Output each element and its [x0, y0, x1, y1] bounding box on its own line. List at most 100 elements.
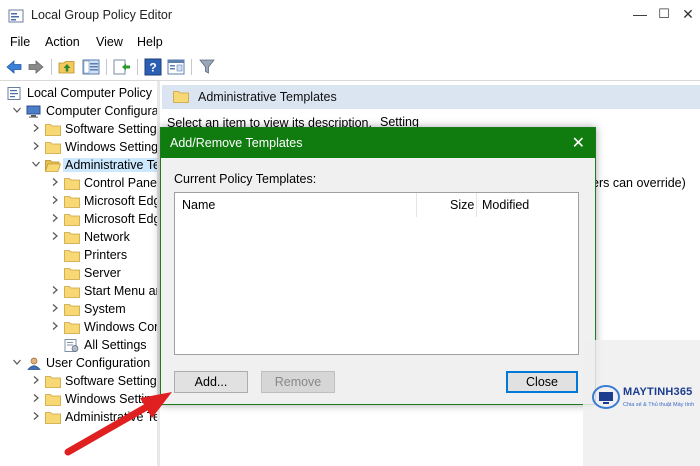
properties-icon[interactable]	[167, 58, 185, 76]
tree-item-label: Network	[84, 230, 130, 244]
export-list-icon[interactable]	[113, 58, 131, 76]
tree-item-label: Local Computer Policy	[27, 86, 153, 100]
folder-icon	[64, 196, 80, 208]
folder-icon	[64, 214, 80, 226]
policy-icon	[7, 87, 21, 100]
chevron-down-icon[interactable]	[12, 105, 22, 118]
chevron-right-icon[interactable]	[50, 213, 60, 226]
tree-item-label: Administrative Te	[63, 158, 157, 172]
tree-item-label: Control Panel	[84, 176, 158, 190]
tree-item-label: All Settings	[84, 338, 147, 352]
tree-item-label: Windows Setting	[65, 392, 158, 406]
folder-icon	[64, 322, 80, 334]
tree-item-label: Software Settings	[65, 374, 158, 388]
chevron-down-icon[interactable]	[31, 159, 41, 172]
tree-item-label: Server	[84, 266, 121, 280]
folder-icon	[64, 268, 80, 280]
chevron-right-icon[interactable]	[31, 393, 41, 406]
computer-icon	[26, 105, 41, 118]
chevron-down-icon[interactable]	[12, 357, 22, 370]
folder-icon	[173, 91, 189, 103]
toolbar-separator	[51, 59, 52, 75]
tree-item-label: System	[84, 302, 126, 316]
folder-icon	[45, 394, 61, 406]
column-modified[interactable]: Modified	[482, 193, 529, 217]
all-settings-icon	[64, 339, 79, 352]
chevron-right-icon[interactable]	[50, 231, 60, 244]
folder-icon	[64, 232, 80, 244]
folder-icon	[64, 250, 80, 262]
folder-icon	[64, 178, 80, 190]
folder-icon	[45, 412, 61, 424]
dialog-titlebar: Add/Remove Templates ✕	[161, 128, 595, 158]
add-button[interactable]: Add...	[174, 371, 248, 393]
up-folder-icon[interactable]	[58, 58, 76, 76]
console-tree[interactable]: Local Computer Policy Computer Configura S…	[0, 81, 158, 466]
tree-item-label: Start Menu ar	[84, 284, 158, 298]
forward-arrow-icon[interactable]	[27, 58, 45, 76]
tree-item-label: Windows Cor	[84, 320, 158, 334]
menu-help[interactable]: Help	[137, 35, 163, 49]
current-templates-label: Current Policy Templates:	[174, 172, 317, 186]
watermark: MAYTINH365 Chia sẻ & Thủ thuật Máy tính	[583, 340, 700, 466]
chevron-right-icon[interactable]	[31, 411, 41, 424]
window-titlebar: Local Group Policy Editor — ☐ ✕	[0, 0, 700, 32]
back-arrow-icon[interactable]	[5, 58, 23, 76]
column-separator[interactable]	[416, 193, 417, 217]
column-size[interactable]: Size	[450, 193, 474, 217]
chevron-right-icon[interactable]	[50, 177, 60, 190]
chevron-right-icon[interactable]	[31, 141, 41, 154]
folder-icon	[45, 142, 61, 154]
toolbar-separator	[137, 59, 138, 75]
user-icon	[27, 357, 41, 370]
watermark-brand: MAYTINH365	[623, 386, 693, 398]
folder-icon	[64, 304, 80, 316]
add-remove-templates-dialog: Add/Remove Templates ✕ Current Policy Te…	[160, 127, 596, 405]
tree-item-label: Administrative Te	[65, 410, 158, 424]
chevron-right-icon[interactable]	[50, 285, 60, 298]
details-header-title: Administrative Templates	[198, 90, 337, 104]
column-name[interactable]: Name	[182, 193, 215, 217]
tree-item-label: Computer Configura	[46, 104, 158, 118]
maximize-button[interactable]: ☐	[652, 6, 676, 22]
folder-icon	[64, 286, 80, 298]
toolbar: ?	[0, 54, 700, 81]
tree-item-label: Microsoft Edg	[84, 194, 158, 208]
tree-item-label: User Configuration	[46, 356, 151, 370]
tree-item-label: Software Settings	[65, 122, 158, 136]
watermark-tagline: Chia sẻ & Thủ thuật Máy tính	[623, 402, 695, 408]
close-button[interactable]: Close	[506, 371, 578, 393]
chevron-right-icon[interactable]	[50, 321, 60, 334]
details-header-band	[362, 85, 700, 109]
toolbar-separator	[191, 59, 192, 75]
close-window-button[interactable]: ✕	[676, 6, 700, 23]
dialog-close-icon[interactable]: ✕	[572, 133, 585, 153]
column-separator[interactable]	[476, 193, 477, 217]
maytinh365-logo-icon	[592, 385, 620, 409]
remove-button[interactable]: Remove	[261, 371, 335, 393]
chevron-right-icon[interactable]	[50, 195, 60, 208]
dialog-title: Add/Remove Templates	[170, 136, 303, 150]
partial-setting-text: ers can override)	[592, 176, 686, 190]
show-hide-tree-icon[interactable]	[82, 58, 100, 76]
toolbar-separator	[106, 59, 107, 75]
chevron-right-icon[interactable]	[31, 123, 41, 136]
folder-icon	[45, 376, 61, 388]
group-policy-app-icon	[8, 9, 24, 23]
menu-view[interactable]: View	[96, 35, 123, 49]
help-icon[interactable]: ?	[144, 58, 162, 76]
window-title: Local Group Policy Editor	[31, 8, 173, 22]
templates-list[interactable]: Name Size Modified	[174, 192, 579, 355]
tree-item-label: Printers	[84, 248, 128, 262]
minimize-button[interactable]: —	[628, 6, 652, 22]
tree-item-label: Microsoft Edg	[84, 212, 158, 226]
menu-file[interactable]: File	[10, 35, 30, 49]
svg-text:?: ?	[149, 61, 156, 75]
menu-action[interactable]: Action	[45, 35, 80, 49]
folder-open-icon	[45, 160, 61, 172]
chevron-right-icon[interactable]	[50, 303, 60, 316]
folder-icon	[45, 124, 61, 136]
filter-icon[interactable]	[198, 58, 216, 76]
chevron-right-icon[interactable]	[31, 375, 41, 388]
details-header: Administrative Templates	[162, 85, 362, 109]
